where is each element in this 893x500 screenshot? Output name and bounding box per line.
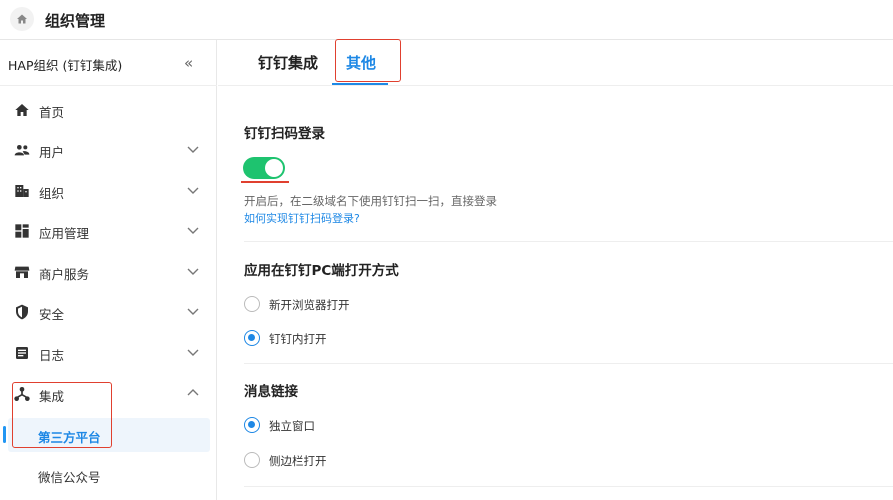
section-divider <box>244 363 893 364</box>
sidebar-item-label: 组织 <box>39 186 65 201</box>
sidebar-item-merchant[interactable]: 商户服务 <box>0 252 217 292</box>
highlight-box-tab <box>335 39 401 82</box>
chevron-down-icon <box>187 268 199 275</box>
sidebar-item-label: 用户 <box>39 145 65 160</box>
sidebar-item-label: 日志 <box>39 348 65 363</box>
sidebar-item-security[interactable]: 安全 <box>0 292 217 332</box>
apps-icon <box>15 224 29 238</box>
users-icon <box>14 145 30 156</box>
page-title: 组织管理 <box>45 12 106 30</box>
sidebar-item-label: 商户服务 <box>39 267 90 282</box>
active-indicator <box>3 426 6 443</box>
store-icon <box>14 266 30 278</box>
chevron-up-icon <box>187 389 199 396</box>
chevron-down-icon <box>187 146 199 153</box>
message-link-title: 消息链接 <box>244 384 298 400</box>
building-icon <box>15 185 29 197</box>
highlight-underline-toggle <box>241 181 289 183</box>
collapse-sidebar-icon[interactable]: « <box>184 54 193 72</box>
home-icon <box>15 104 29 116</box>
top-bar: 组织管理 <box>0 0 893 40</box>
qr-login-toggle[interactable] <box>243 157 285 179</box>
log-icon <box>16 347 28 359</box>
section-divider <box>244 241 893 242</box>
home-icon[interactable] <box>10 7 34 31</box>
highlight-box-integration <box>12 382 112 448</box>
sidebar-item-users[interactable]: 用户 <box>0 130 217 170</box>
sidebar-item-label: 应用管理 <box>39 226 90 241</box>
org-header: HAP组织 (钉钉集成) « <box>0 40 217 86</box>
sidebar-item-org[interactable]: 组织 <box>0 171 217 211</box>
chevron-down-icon <box>187 227 199 234</box>
sidebar-item-label: 安全 <box>39 307 65 322</box>
qr-login-description: 开启后，在二级域名下使用钉钉扫一扫，直接登录 <box>244 194 497 208</box>
active-tab-underline <box>332 83 388 85</box>
sidebar-item-app-management[interactable]: 应用管理 <box>0 211 217 251</box>
radio-button[interactable] <box>244 296 260 312</box>
radio-label: 钉钉内打开 <box>269 332 327 346</box>
sidebar-item-home[interactable]: 首页 <box>0 90 217 130</box>
qr-login-title: 钉钉扫码登录 <box>244 126 325 142</box>
radio-button[interactable] <box>244 417 260 433</box>
sidebar-item-label: 首页 <box>39 105 65 120</box>
sidebar-item-logs[interactable]: 日志 <box>0 333 217 373</box>
open-mode-title: 应用在钉钉PC端打开方式 <box>244 263 399 279</box>
org-name: HAP组织 (钉钉集成) <box>8 58 123 73</box>
toggle-knob <box>265 159 283 177</box>
chevron-down-icon <box>187 308 199 315</box>
chevron-down-icon <box>187 187 199 194</box>
chevron-down-icon <box>187 349 199 356</box>
section-divider <box>244 486 893 487</box>
radio-label: 独立窗口 <box>269 419 315 433</box>
radio-button[interactable] <box>244 452 260 468</box>
shield-icon <box>16 304 28 320</box>
qr-login-help-link[interactable]: 如何实现钉钉扫码登录? <box>244 210 360 226</box>
radio-button[interactable] <box>244 330 260 346</box>
sidebar-subitem-label: 微信公众号 <box>38 470 101 485</box>
radio-label: 侧边栏打开 <box>269 454 327 468</box>
sidebar-subitem-wechat[interactable]: 微信公众号 <box>0 458 217 494</box>
tab-dingtalk-integration[interactable]: 钉钉集成 <box>258 52 318 73</box>
radio-label: 新开浏览器打开 <box>269 298 350 312</box>
tab-bar: 钉钉集成 其他 <box>218 40 893 86</box>
